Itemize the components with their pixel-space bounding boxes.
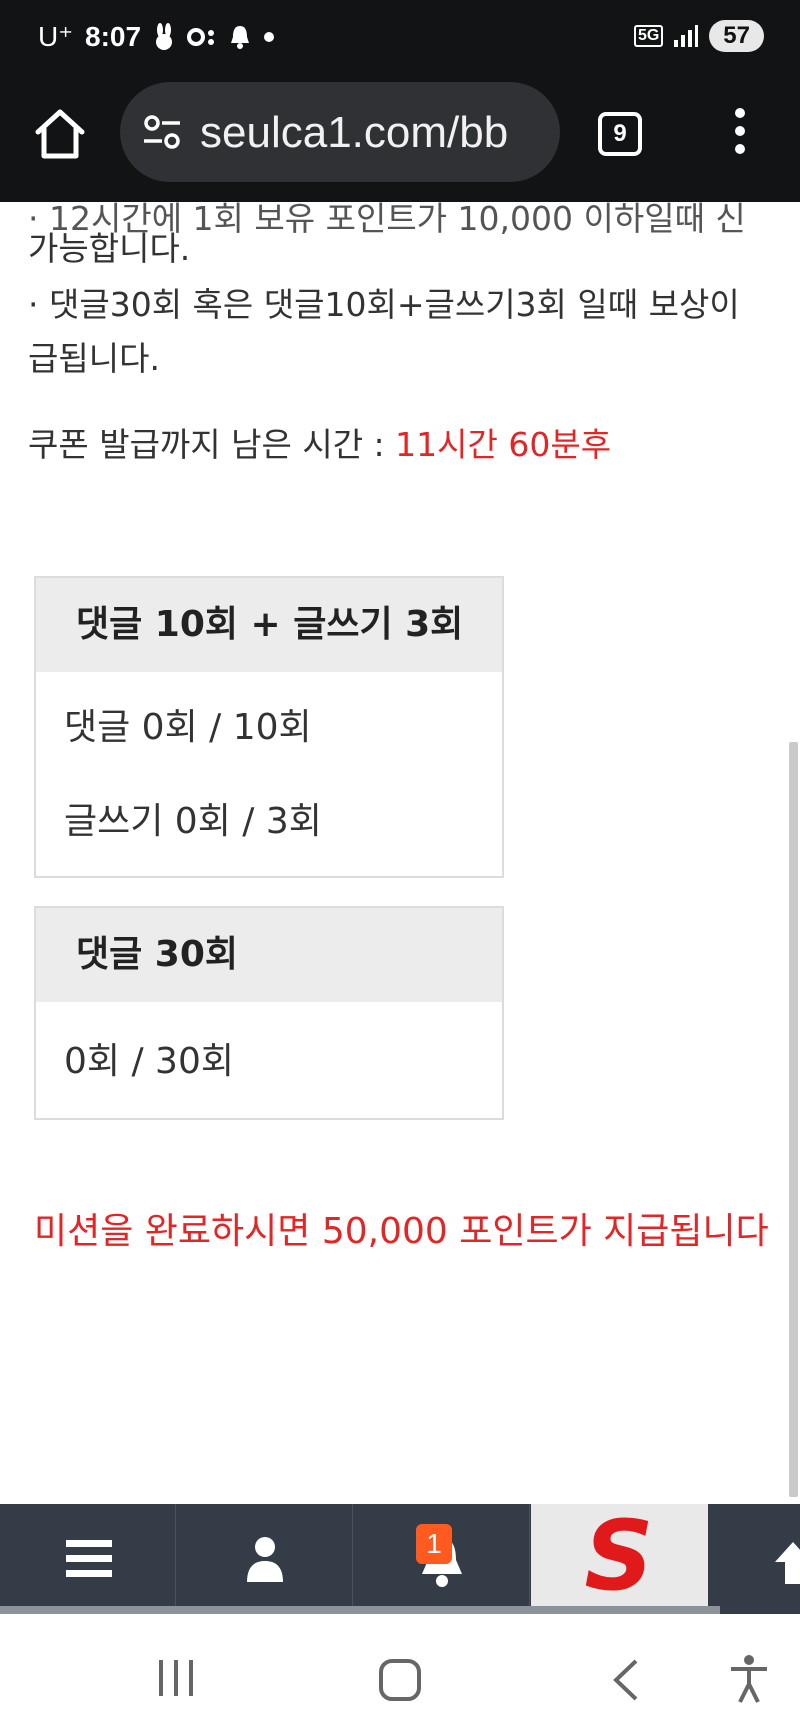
clock: 8:07 [85, 20, 142, 52]
accessibility-icon[interactable] [728, 1654, 770, 1704]
home-button-icon[interactable] [378, 1658, 422, 1702]
user-icon [247, 1537, 283, 1582]
mission-card-comments: 댓글 30회 0회 / 30회 [34, 906, 504, 1120]
home-icon[interactable] [32, 106, 88, 162]
site-logo: S [584, 1500, 654, 1612]
notification-badge: 1 [416, 1524, 452, 1564]
status-bar: U⁺ 8:07 5G 57 [0, 0, 800, 78]
system-nav-bar [0, 1614, 800, 1734]
arrow-up-icon [775, 1542, 800, 1584]
status-right: 5G 57 [633, 20, 764, 52]
info-text-line-2: · 댓글30회 혹은 댓글10회+글쓰기3회 일때 보상이 [28, 285, 740, 324]
address-bar[interactable]: seulca1.com/bb [120, 82, 560, 182]
countdown-label: 쿠폰 발급까지 남은 시간 : [28, 425, 396, 464]
countdown-value: 11시간 60분후 [395, 425, 612, 464]
carrier-label: U⁺ [38, 21, 73, 52]
site-bottom-nav: 1 S [0, 1504, 800, 1614]
site-settings-icon[interactable] [142, 114, 182, 150]
battery-indicator: 57 [709, 20, 764, 52]
recent-apps-icon[interactable] [156, 1658, 196, 1698]
mission-card-comments-posts: 댓글 10회 + 글쓰기 3회 댓글 0회 / 10회 글쓰기 0회 / 3회 [34, 576, 504, 878]
status-left: U⁺ 8:07 [38, 20, 275, 53]
rabbit-icon [156, 22, 173, 50]
comment-progress: 0회 / 30회 [64, 1041, 234, 1082]
network-5g-icon: 5G [633, 25, 664, 47]
overflow-menu-icon[interactable] [728, 108, 752, 160]
back-icon[interactable] [610, 1658, 640, 1702]
nav-scroll-top-button[interactable] [709, 1504, 800, 1608]
reward-notice: 미션을 완료하시면 50,000 포인트가 지급됩니다 [34, 1211, 769, 1252]
bell-icon [231, 25, 250, 49]
dot-icon [264, 31, 275, 42]
url-text: seulca1.com/bb [200, 108, 509, 157]
info-text-line-1: 가능합니다. [28, 229, 191, 268]
coupon-countdown: 쿠폰 발급까지 남은 시간 : 11시간 60분후 [28, 418, 611, 466]
info-text-line-3: 급됩니다. [28, 339, 160, 378]
signal-icon [674, 25, 699, 47]
tab-switcher-button[interactable]: 9 [598, 112, 642, 156]
nav-indicator [0, 1606, 720, 1614]
mission-card-title: 댓글 30회 [36, 908, 502, 1002]
post-progress: 글쓰기 0회 / 3회 [64, 801, 322, 842]
site-logo-button[interactable]: S [531, 1504, 708, 1608]
browser-toolbar: seulca1.com/bb 9 [0, 78, 800, 202]
app-notification-icon [187, 27, 215, 46]
comment-progress: 댓글 0회 / 10회 [64, 707, 312, 748]
mission-card-title: 댓글 10회 + 글쓰기 3회 [36, 578, 502, 672]
nav-notifications-button[interactable]: 1 [354, 1504, 530, 1608]
scrollbar[interactable] [789, 742, 798, 1497]
nav-menu-button[interactable] [0, 1504, 176, 1608]
page-content: · 12시간에 1회 보유 포인트가 10,000 이하일때 신 가능합니다. … [0, 202, 800, 1504]
hamburger-icon [66, 1540, 112, 1577]
nav-profile-button[interactable] [177, 1504, 353, 1608]
